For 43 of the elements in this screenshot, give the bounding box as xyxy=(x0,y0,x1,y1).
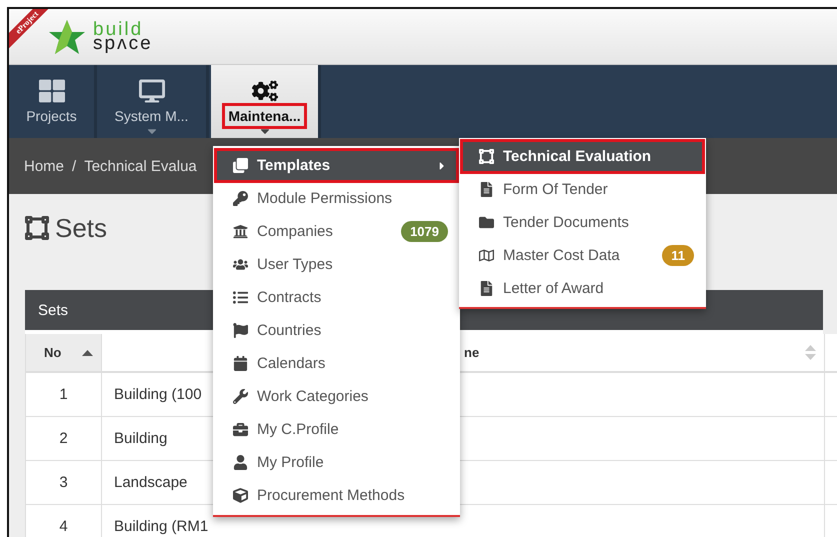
grid-icon xyxy=(38,78,64,104)
breadcrumb-link[interactable]: Technical Evalua xyxy=(84,158,197,174)
cube-icon xyxy=(231,488,249,503)
breadcrumb-link[interactable]: Home xyxy=(24,158,64,174)
monitor-icon xyxy=(138,78,164,104)
breadcrumb-separator: / xyxy=(72,158,76,174)
panel-title: Sets xyxy=(38,302,68,318)
menu-item[interactable]: Tender Documents xyxy=(461,206,704,239)
key-icon xyxy=(231,191,249,206)
menu-item[interactable]: Contracts xyxy=(215,281,458,314)
wrench-icon xyxy=(231,389,249,404)
menu-item[interactable]: Form Of Tender xyxy=(461,173,704,206)
copy-icon xyxy=(231,158,249,173)
frame-icon xyxy=(25,216,49,240)
menu-item[interactable]: Master Cost Data 11 xyxy=(461,239,704,272)
gears-icon xyxy=(252,78,278,104)
count-badge: 1079 xyxy=(401,221,448,242)
table-cell: 2 xyxy=(26,417,102,461)
menu-item[interactable]: Templates xyxy=(215,149,458,182)
folder-icon xyxy=(477,215,495,230)
menu-item[interactable]: Technical Evaluation xyxy=(461,140,704,173)
page-title: Sets xyxy=(55,212,108,244)
calendar-icon xyxy=(231,356,249,371)
table-cell: 3 xyxy=(26,461,102,505)
menu-item[interactable]: Letter of Award xyxy=(461,272,704,305)
logo-text: build spʌce xyxy=(93,22,153,50)
star-logo-icon xyxy=(47,18,87,56)
nav-tab[interactable]: Maintena... xyxy=(211,65,321,138)
map-icon xyxy=(477,248,495,263)
menu-item[interactable]: Companies 1079 xyxy=(215,215,458,248)
frame-icon xyxy=(477,149,495,164)
menu-item[interactable]: User Types xyxy=(215,248,458,281)
count-badge: 11 xyxy=(662,245,694,266)
menu-item[interactable]: Work Categories xyxy=(215,380,458,413)
bank-icon xyxy=(231,224,249,239)
table-cell: 1 xyxy=(26,373,102,417)
users-icon xyxy=(231,257,249,272)
flag-icon xyxy=(231,323,249,338)
list-icon xyxy=(231,290,249,305)
column-header[interactable]: No xyxy=(26,334,102,373)
user-icon xyxy=(231,455,249,470)
menu-item[interactable]: Module Permissions xyxy=(215,182,458,215)
briefcase-icon xyxy=(231,422,249,437)
